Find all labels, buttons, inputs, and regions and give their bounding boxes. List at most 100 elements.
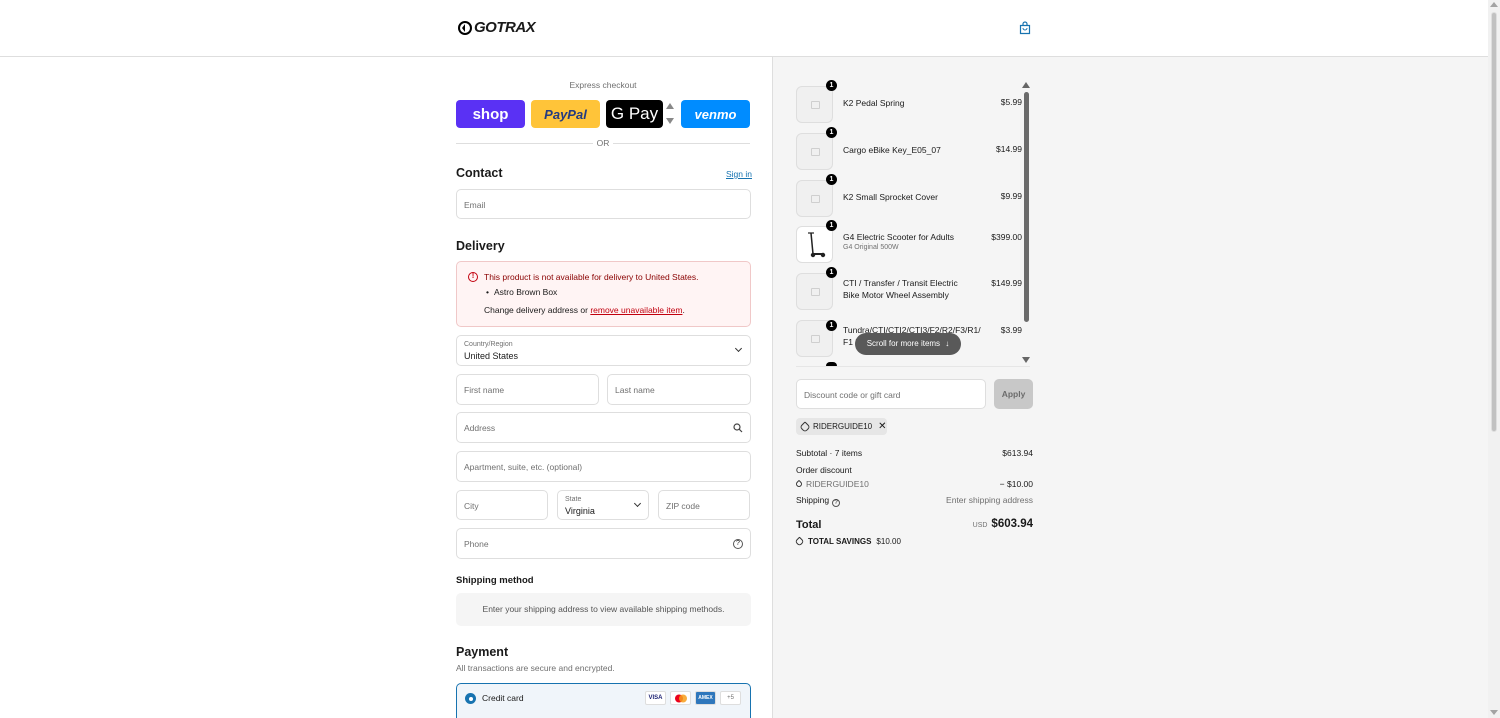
item-name: K2 Small Sprocket Cover xyxy=(843,192,938,202)
last-name-field[interactable]: Last name xyxy=(607,374,751,405)
sign-in-link[interactable]: Sign in xyxy=(726,169,752,179)
product-thumbnail xyxy=(796,226,833,263)
product-thumbnail xyxy=(796,133,833,170)
product-thumbnail xyxy=(796,86,833,123)
quantity-badge: 1 xyxy=(826,174,837,185)
error-icon: ! xyxy=(468,272,478,282)
email-field[interactable]: Email xyxy=(456,189,751,219)
country-select[interactable]: Country/Region United States xyxy=(456,335,751,366)
order-discount-label: Order discount xyxy=(796,465,852,475)
paypal-button[interactable]: PayPal xyxy=(531,100,600,128)
item-price: $9.99 xyxy=(1000,191,1022,201)
alert-footer-text: Change delivery address or xyxy=(484,305,591,315)
quantity-badge: 1 xyxy=(826,320,837,331)
order-item: 1 K2 Small Sprocket Cover $9.99 xyxy=(796,174,1030,218)
credit-card-label: Credit card xyxy=(482,693,524,703)
shipping-label: Shipping xyxy=(796,495,830,505)
more-cards-badge: +5 xyxy=(720,691,741,705)
arrow-down-icon: ↓ xyxy=(945,339,950,348)
item-price: $149.99 xyxy=(991,278,1022,288)
shipping-method-heading: Shipping method xyxy=(456,575,534,586)
payment-subtitle: All transactions are secure and encrypte… xyxy=(456,663,615,673)
list-scroll-down[interactable] xyxy=(1022,357,1030,363)
remove-unavailable-item-link[interactable]: remove unavailable item xyxy=(590,305,682,315)
contact-heading: Contact xyxy=(456,166,503,180)
mastercard-icon xyxy=(670,691,691,705)
item-price: $5.99 xyxy=(1000,97,1022,107)
header: GOTRAX xyxy=(0,0,1488,57)
item-name: CTI / Transfer / Transit Electric Bike M… xyxy=(843,278,958,300)
country-value: United States xyxy=(464,351,519,361)
apartment-field[interactable]: Apartment, suite, etc. (optional) xyxy=(456,451,751,482)
email-placeholder: Email xyxy=(464,200,486,210)
page-scrollbar[interactable] xyxy=(1488,0,1500,718)
cart-icon[interactable] xyxy=(1018,21,1032,35)
state-select[interactable]: State Virginia xyxy=(557,490,649,520)
zip-field[interactable]: ZIP code xyxy=(658,490,750,520)
item-price: $14.99 xyxy=(996,144,1022,154)
country-label: Country/Region xyxy=(464,341,513,348)
scooter-image xyxy=(808,232,826,258)
item-name: G4 Electric Scooter for Adults xyxy=(843,232,955,242)
apartment-placeholder: Apartment, suite, etc. (optional) xyxy=(464,462,583,472)
image-placeholder-icon xyxy=(811,148,820,156)
savings-label: TOTAL SAVINGS xyxy=(808,537,872,546)
address-placeholder: Address xyxy=(464,423,496,433)
last-name-placeholder: Last name xyxy=(615,385,655,395)
tag-icon xyxy=(794,479,804,489)
item-price: $3.99 xyxy=(1000,325,1022,335)
subtotal-value: $613.94 xyxy=(1002,448,1033,458)
venmo-button[interactable]: venmo xyxy=(681,100,750,128)
shop-pay-button[interactable]: shop xyxy=(456,100,525,128)
tag-icon xyxy=(794,536,805,547)
list-scroll-up[interactable] xyxy=(1022,82,1030,88)
google-pay-button[interactable]: G Pay xyxy=(606,100,663,128)
scroll-up-arrow[interactable] xyxy=(1490,2,1498,7)
items-scrollbar[interactable] xyxy=(1024,92,1029,322)
applied-discount-chip: RIDERGUIDE10 ✕ xyxy=(796,418,887,435)
credit-card-radio[interactable] xyxy=(465,693,476,704)
phone-field[interactable]: Phone ? xyxy=(456,528,751,559)
item-variant: G4 Original 500W xyxy=(843,244,899,251)
quantity-badge: 1 xyxy=(826,80,837,91)
quantity-badge: 1 xyxy=(826,220,837,231)
image-placeholder-icon xyxy=(811,288,820,296)
total-row: USD $603.94 xyxy=(973,518,1033,530)
item-price: $399.00 xyxy=(991,232,1022,242)
alert-item: Astro Brown Box xyxy=(486,287,557,297)
help-icon[interactable]: ? xyxy=(733,539,743,549)
express-checkout-label: Express checkout xyxy=(569,80,637,90)
credit-card-option[interactable]: Credit card VISA AMEX +5 xyxy=(456,683,751,718)
delivery-heading: Delivery xyxy=(456,239,505,253)
brand-logo[interactable]: GOTRAX xyxy=(458,19,536,36)
help-icon[interactable]: ? xyxy=(832,499,841,507)
express-scroll-arrows[interactable] xyxy=(665,101,675,127)
state-label: State xyxy=(565,496,582,503)
discount-code-input[interactable]: Discount code or gift card xyxy=(796,379,986,409)
image-placeholder-icon xyxy=(811,335,820,343)
scrollbar-thumb[interactable] xyxy=(1491,12,1497,432)
payment-heading: Payment xyxy=(456,645,509,659)
delivery-error-alert: ! This product is not available for deli… xyxy=(456,261,751,327)
quantity-badge xyxy=(826,362,837,366)
apply-button[interactable]: Apply xyxy=(994,379,1033,409)
savings-value: $10.00 xyxy=(876,537,901,546)
product-thumbnail xyxy=(796,273,833,310)
amex-icon: AMEX xyxy=(695,691,716,705)
city-field[interactable]: City xyxy=(456,490,548,520)
total-label: Total xyxy=(796,519,822,531)
scroll-down-arrow[interactable] xyxy=(1490,710,1498,715)
first-name-placeholder: First name xyxy=(464,385,505,395)
order-item: 1 K2 Pedal Spring $5.99 xyxy=(796,80,1030,124)
image-placeholder-icon xyxy=(811,101,820,109)
first-name-field[interactable]: First name xyxy=(456,374,599,405)
chevron-down-icon xyxy=(734,344,743,353)
scroll-more-items-button[interactable]: Scroll for more items ↓ xyxy=(855,333,961,355)
list-divider xyxy=(796,366,1030,367)
item-name: K2 Pedal Spring xyxy=(843,98,905,108)
search-icon xyxy=(733,423,743,433)
shipping-value: Enter shipping address xyxy=(946,495,1033,505)
remove-discount-icon[interactable]: ✕ xyxy=(878,421,886,432)
address-field[interactable]: Address xyxy=(456,412,751,443)
shipping-method-message: Enter your shipping address to view avai… xyxy=(456,593,751,626)
